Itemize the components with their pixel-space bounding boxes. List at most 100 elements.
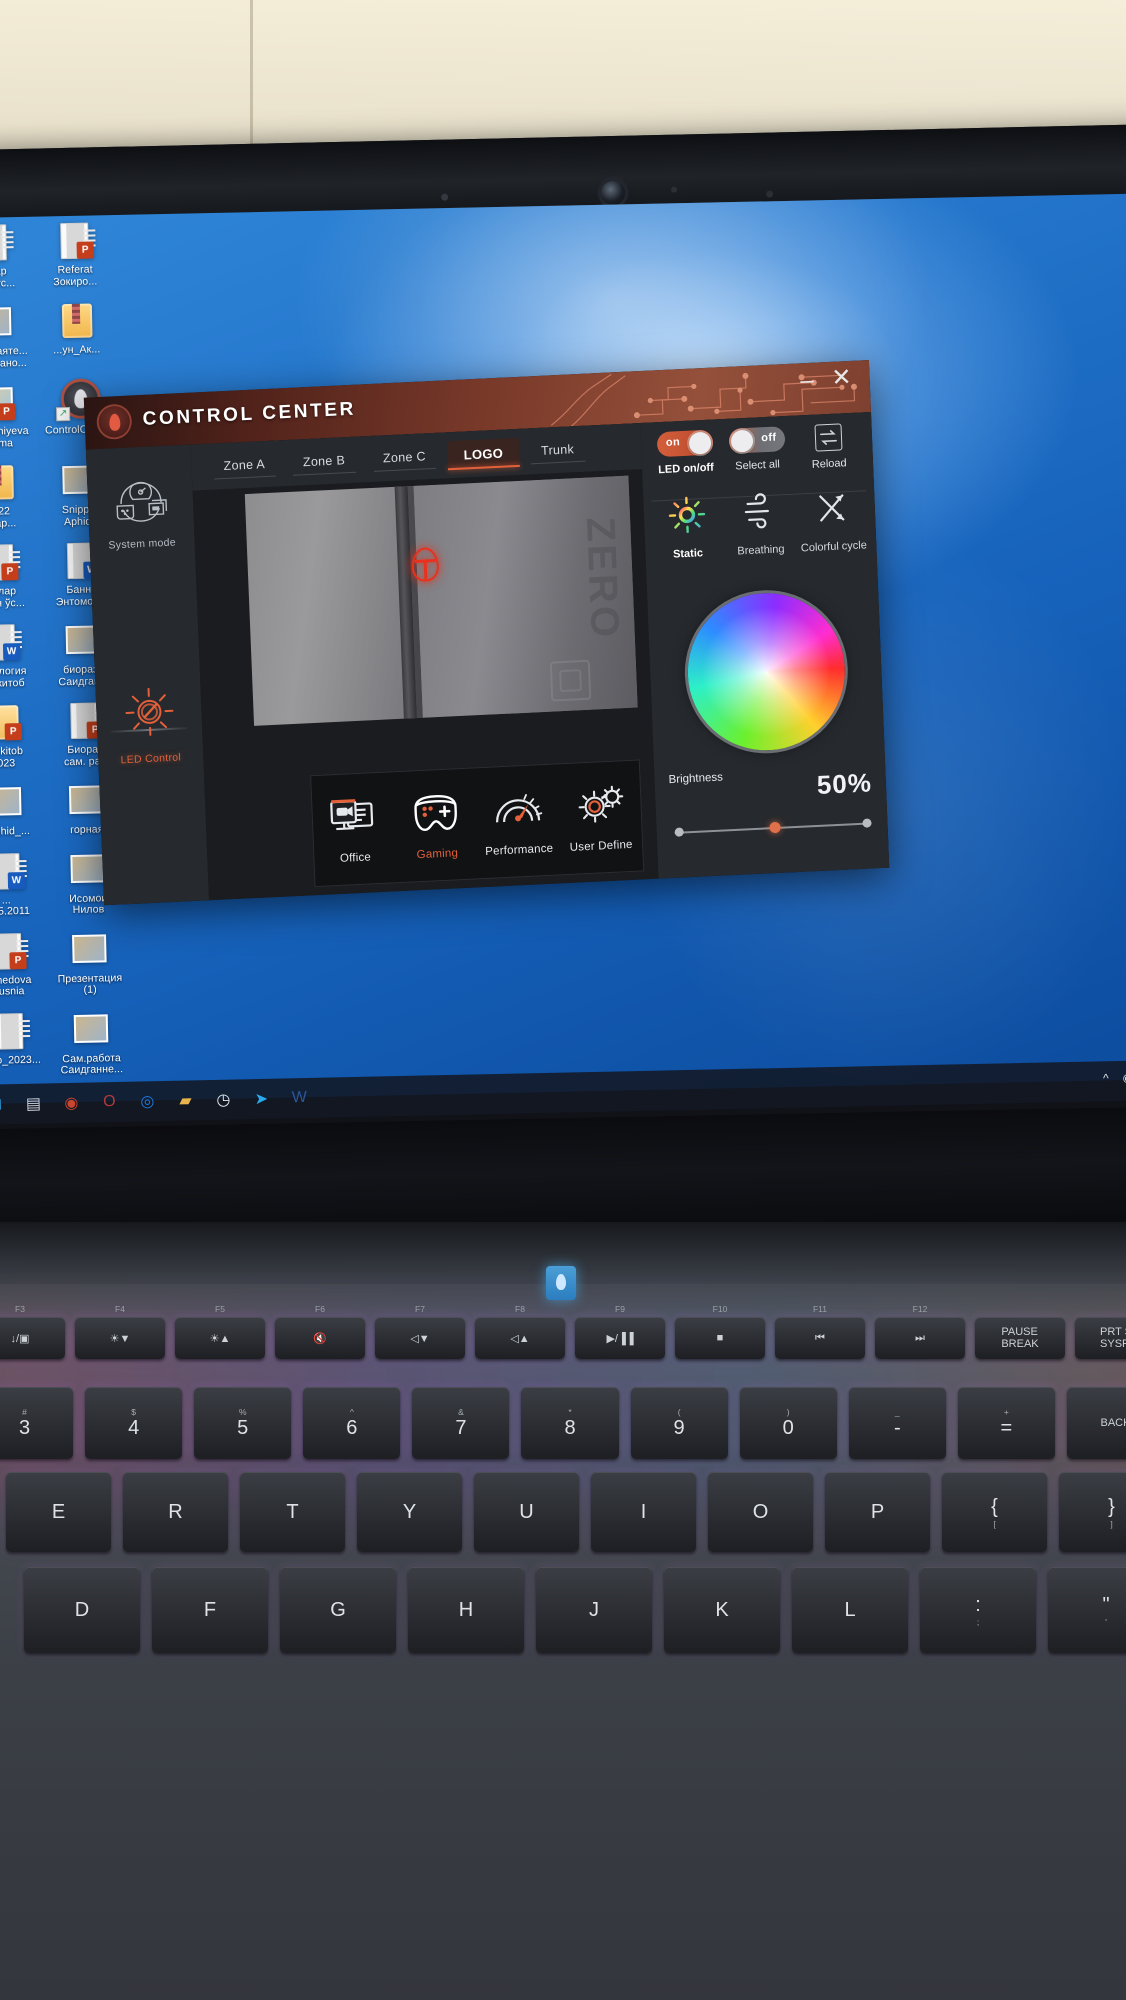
key-f3[interactable]: F3 ↓/▣ xyxy=(0,1304,65,1359)
file-explorer-taskbar[interactable]: ▰ xyxy=(170,1085,201,1116)
clock-app-taskbar[interactable]: ◷ xyxy=(208,1084,239,1115)
reload-control[interactable]: Reload xyxy=(792,422,865,471)
effect-colorful-cycle[interactable]: Colorful cycle xyxy=(795,486,871,555)
control-center-taskbar[interactable]: ◉ xyxy=(56,1088,87,1119)
power-button[interactable] xyxy=(546,1266,576,1300)
key-y[interactable]: Y xyxy=(357,1472,462,1552)
key-9[interactable]: (9 xyxy=(630,1387,728,1459)
desktop-icon[interactable]: P Saidganiyeva Fotima xyxy=(0,383,35,451)
mode-gaming[interactable]: Gaming xyxy=(394,789,479,862)
desktop-icon[interactable]: 2022 ...аар... xyxy=(0,463,37,531)
tab-trunk[interactable]: Trunk xyxy=(525,434,591,465)
led-onoff-control[interactable]: on LED on/off xyxy=(649,429,722,478)
key-e[interactable]: E xyxy=(6,1472,111,1552)
desktop-icon[interactable]: W...мология...л китоб xyxy=(0,623,40,691)
desktop-icon[interactable]: ...ун_Ак... xyxy=(38,301,115,369)
led-onoff-toggle[interactable]: on xyxy=(656,429,714,458)
desktop-icon[interactable]: Сам.работа Саидганне... xyxy=(53,1009,130,1077)
opera-taskbar[interactable]: O xyxy=(94,1087,125,1118)
desktop-icon[interactable]: Презентация (1) xyxy=(51,929,128,997)
slider-tick-max[interactable] xyxy=(862,818,872,828)
desktop-icon[interactable]: P ...medova Xusnia xyxy=(0,931,46,999)
key-f5[interactable]: F5 ☀▲ xyxy=(175,1304,265,1359)
key-}[interactable]: }] xyxy=(1059,1472,1126,1552)
key-fn-label: F10 xyxy=(712,1304,728,1314)
tray-status-icon[interactable]: ◉ xyxy=(1122,1071,1126,1085)
tray-chevron-icon[interactable]: ^ xyxy=(1103,1071,1109,1085)
slider-handle[interactable] xyxy=(768,821,781,834)
key-back[interactable]: BACK xyxy=(1066,1387,1126,1459)
select-all-control[interactable]: off Select all xyxy=(720,426,793,475)
mode-performance[interactable]: Performance xyxy=(476,785,561,858)
key-f12[interactable]: F12 ⏭ xyxy=(875,1304,965,1359)
color-wheel-container[interactable] xyxy=(684,589,848,754)
sidebar-item-led-control[interactable]: LED Control xyxy=(95,669,204,773)
tab-logo[interactable]: LOGO xyxy=(447,437,520,470)
key-f9[interactable]: F9 ▶/▐▐ xyxy=(575,1304,665,1359)
key-f7[interactable]: F7 ◁▼ xyxy=(375,1304,465,1359)
key-r[interactable]: R xyxy=(123,1472,228,1552)
desktop-icon-glyph xyxy=(69,1010,114,1051)
tab-zone-c[interactable]: Zone C xyxy=(366,442,442,474)
key-k[interactable]: K xyxy=(664,1567,780,1653)
key--[interactable]: _ - xyxy=(848,1387,946,1459)
desktop-icon[interactable]: самостаяте... Кахрамано... xyxy=(0,303,33,371)
key-l[interactable]: L xyxy=(792,1567,908,1653)
key-f6[interactable]: F6 🔇 xyxy=(275,1304,365,1359)
key-5[interactable]: % 5 xyxy=(194,1387,292,1459)
tab-zone-a[interactable]: Zone A xyxy=(207,449,281,481)
close-button[interactable]: ✕ xyxy=(831,364,852,392)
key-t[interactable]: T xyxy=(240,1472,345,1552)
desktop-icon[interactable]: P Referat Зокиро... xyxy=(36,221,113,289)
color-wheel[interactable] xyxy=(684,589,848,754)
desktop-icon[interactable]: P...il kitob2023 xyxy=(0,703,42,771)
key-g[interactable]: G xyxy=(280,1567,396,1653)
key-f11[interactable]: F11 ⏮ xyxy=(775,1304,865,1359)
browser-taskbar[interactable]: ◎ xyxy=(132,1086,163,1117)
slider-tick-min[interactable] xyxy=(674,827,684,837)
mode-user-define[interactable]: User Define xyxy=(558,781,643,854)
word-taskbar[interactable]: W xyxy=(284,1083,315,1114)
key-3[interactable]: #3 xyxy=(0,1387,74,1459)
key-j[interactable]: J xyxy=(536,1567,652,1653)
brightness-slider[interactable] xyxy=(674,816,872,839)
start-button[interactable]: ⊞ xyxy=(0,1089,11,1120)
minimize-button[interactable]: – xyxy=(800,367,814,395)
key-0[interactable]: ) 0 xyxy=(739,1387,837,1459)
effect-breathing[interactable]: Breathing xyxy=(722,490,798,559)
task-view[interactable]: ▤ xyxy=(18,1088,49,1119)
key-f4[interactable]: F4 ☀▼ xyxy=(75,1304,165,1359)
key-f10[interactable]: F10 ■ xyxy=(675,1304,765,1359)
key-u[interactable]: U xyxy=(474,1472,579,1552)
effect-static[interactable]: Static xyxy=(649,493,725,562)
key-i[interactable]: I xyxy=(591,1472,696,1552)
key-h[interactable]: H xyxy=(408,1567,524,1653)
select-all-toggle[interactable]: off xyxy=(728,426,785,454)
desktop-icon[interactable]: ...oto_2023... xyxy=(0,1011,48,1079)
key-4[interactable]: $4 xyxy=(85,1387,183,1459)
key-o[interactable]: O xyxy=(708,1472,813,1552)
desktop-icon[interactable]: W... ...05.2011 xyxy=(0,851,45,919)
key-prt sc[interactable]: PRT SCSYSRQ xyxy=(1075,1317,1126,1359)
tab-zone-b[interactable]: Zone B xyxy=(286,445,361,477)
key-pause[interactable]: PAUSE BREAK xyxy=(975,1317,1065,1359)
desktop-icon[interactable]: ...лар...ин ўс... xyxy=(0,223,31,291)
key-f8[interactable]: F8 ◁▲ xyxy=(475,1304,565,1359)
mode-office[interactable]: Office xyxy=(312,793,397,866)
key-7[interactable]: & 7 xyxy=(412,1387,510,1459)
telegram-taskbar[interactable]: ➤ xyxy=(246,1084,277,1115)
desktop-icon[interactable]: P ...рлар ...йин ўс... xyxy=(0,543,38,611)
key-6[interactable]: ^ 6 xyxy=(303,1387,401,1459)
key-{[interactable]: {[ xyxy=(942,1472,1047,1552)
alienware-head-icon[interactable] xyxy=(411,546,440,583)
key-p[interactable]: P xyxy=(825,1472,930,1552)
key-=[interactable]: + = xyxy=(957,1387,1055,1459)
keyboard-number-row: #3$4%5^6&7*8(9)0_-+=BACK xyxy=(0,1387,1126,1459)
key-d[interactable]: D xyxy=(24,1567,140,1653)
sidebar-item-system-mode[interactable]: System mode xyxy=(87,463,196,559)
key-f[interactable]: F xyxy=(152,1567,268,1653)
desktop-icon[interactable]: ...aphid_... xyxy=(0,783,43,839)
key-8[interactable]: * 8 xyxy=(521,1387,619,1459)
key-[interactable]: " ' xyxy=(1048,1567,1126,1653)
key-:[interactable]: :; xyxy=(920,1567,1036,1653)
